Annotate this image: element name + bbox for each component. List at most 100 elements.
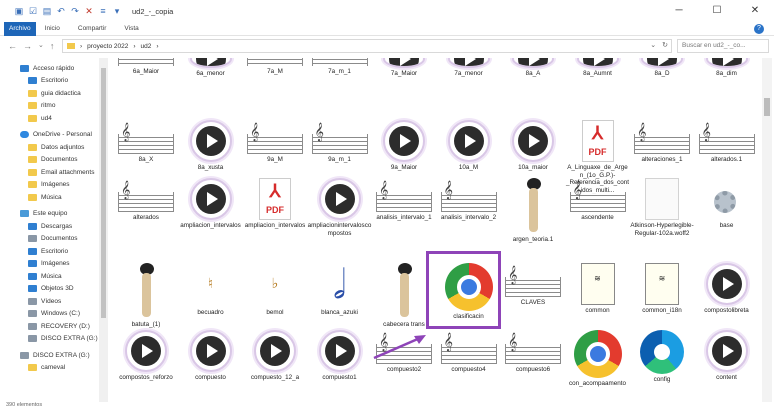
search-input[interactable]: Buscar en ud2_-_co... (677, 39, 769, 53)
chevron-right-icon[interactable]: › (133, 43, 135, 50)
sidebar-item[interactable]: ritmo (0, 100, 108, 113)
recent-dropdown-icon[interactable]: ⌄ (38, 41, 44, 51)
file-item[interactable]: compuesto1 (308, 330, 372, 382)
file-item[interactable]: alterados (114, 178, 178, 222)
sidebar-item[interactable]: Escritorio (0, 75, 108, 88)
sidebar-item[interactable]: Música (0, 191, 108, 204)
address-path[interactable]: › proyecto 2022 › ud2 › ⌄ ↻ (62, 39, 672, 53)
file-item[interactable]: 8a_A (501, 58, 565, 78)
tab-archivo[interactable]: Archivo (4, 21, 36, 36)
redo-icon[interactable]: ↷ (70, 6, 80, 16)
sidebar-item[interactable]: Acceso rápido (0, 62, 108, 75)
file-item[interactable]: 9a_M (243, 120, 307, 164)
file-item[interactable]: compostos_reforzo (114, 330, 178, 382)
breadcrumb-proyecto[interactable]: proyecto 2022 (87, 43, 128, 50)
customize-dropdown-icon[interactable]: ▾ (112, 6, 122, 16)
properties-icon[interactable]: ☑ (28, 6, 38, 16)
chevron-right-icon[interactable]: › (80, 43, 82, 50)
minimize-button[interactable]: ─ (660, 0, 698, 22)
file-item[interactable]: 8a_dim (695, 58, 759, 78)
file-item[interactable]: ⅄ PDF ampliacion_intervalos (243, 178, 307, 230)
maximize-button[interactable]: ☐ (698, 0, 736, 22)
file-item[interactable]: ampliacion_intervalos (179, 178, 243, 230)
file-item[interactable]: config (630, 330, 694, 384)
file-item[interactable]: compuesto4 (437, 330, 501, 374)
file-item[interactable]: 7a_M (243, 58, 307, 76)
sidebar-item[interactable]: DISCO EXTRA (G:) (0, 349, 108, 362)
file-item[interactable]: 6a_menor (179, 58, 243, 78)
close-button[interactable]: ✕ (736, 0, 774, 22)
file-item[interactable]: ampliacionintervaloscompostos (308, 178, 372, 237)
sidebar-item[interactable]: ud4 (0, 112, 108, 125)
rename-icon[interactable]: ≡ (98, 6, 108, 16)
file-item[interactable]: 7a_Maior (372, 58, 436, 78)
file-item[interactable]: ascendente (566, 178, 630, 222)
file-item[interactable]: ♮ becuadro (179, 263, 243, 317)
file-item[interactable]: Atkinson-Hyperlegible-Regular-102a.woff2 (630, 178, 694, 237)
file-item[interactable]: analisis_intervalo_2 (437, 178, 501, 222)
sidebar-item[interactable]: Documentos (0, 233, 108, 246)
file-item[interactable]: con_acompaamento (566, 330, 630, 388)
sidebar-item[interactable]: DISCO EXTRA (G:) (0, 333, 108, 346)
sidebar-item[interactable]: guia didactica (0, 87, 108, 100)
sidebar-item[interactable]: Música (0, 270, 108, 283)
file-item[interactable]: 7a_menor (437, 58, 501, 78)
sidebar-item[interactable]: Email attachments (0, 166, 108, 179)
file-item[interactable]: compostolibreta (695, 263, 759, 315)
chevron-down-icon[interactable]: ⌄ (650, 41, 656, 49)
new-folder-icon[interactable]: ▤ (42, 6, 52, 16)
file-item[interactable]: 7a_m_1 (308, 58, 372, 76)
sidebar-scrollbar[interactable] (99, 58, 108, 410)
sidebar-item[interactable]: Este equipo (0, 208, 108, 221)
file-item[interactable]: batuta_(1) (114, 263, 178, 329)
file-item[interactable]: argen_teoria.1 (501, 178, 565, 244)
sidebar-item[interactable]: OneDrive - Personal (0, 129, 108, 142)
sidebar-item[interactable]: Documentos (0, 154, 108, 167)
sidebar-item[interactable]: RECOVERY (D:) (0, 320, 108, 333)
sidebar-item[interactable]: Datos adjuntos (0, 141, 108, 154)
undo-icon[interactable]: ↶ (56, 6, 66, 16)
file-item[interactable]: alterados.1 (695, 120, 759, 164)
file-item[interactable]: 8a_xusta (179, 120, 243, 172)
file-item[interactable]: ♭ bemol (243, 263, 307, 317)
tab-inicio[interactable]: Inicio (36, 22, 69, 36)
file-item[interactable]: 10a_M (437, 120, 501, 172)
tab-compartir[interactable]: Compartir (69, 22, 116, 36)
file-item[interactable]: content (695, 330, 759, 382)
sidebar-item[interactable]: Escritorio (0, 245, 108, 258)
sidebar-item[interactable]: Objetos 3D (0, 283, 108, 296)
breadcrumb-ud2[interactable]: ud2 (141, 43, 152, 50)
file-item[interactable]: CLAVES (501, 263, 565, 307)
scrollbar-thumb[interactable] (764, 98, 770, 116)
file-item[interactable]: compuesto (179, 330, 243, 382)
sidebar-item[interactable]: Imágenes (0, 179, 108, 192)
file-item[interactable]: 6a_Maior (114, 58, 178, 76)
content-scrollbar[interactable] (762, 58, 772, 410)
file-item[interactable]: 10a_maior (501, 120, 565, 172)
file-item[interactable]: 8a_Aumnt (566, 58, 630, 78)
file-item[interactable]: compuesto6 (501, 330, 565, 374)
sidebar-item[interactable]: Imágenes (0, 258, 108, 271)
file-item[interactable]: analisis_intervalo_1 (372, 178, 436, 222)
file-item[interactable]: 9a_Maior (372, 120, 436, 172)
file-item[interactable]: 𝅗𝅥 blanca_azuki (308, 263, 372, 317)
back-arrow-icon[interactable]: ← (8, 41, 17, 51)
file-item[interactable]: 9a_m_1 (308, 120, 372, 164)
file-item[interactable]: compuesto_12_a (243, 330, 307, 382)
file-item[interactable]: ≋ common_i18n (630, 263, 694, 315)
forward-arrow-icon[interactable]: → (23, 41, 32, 51)
help-icon[interactable]: ? (754, 24, 764, 34)
file-item[interactable]: base (695, 178, 759, 230)
file-item[interactable]: ≋ common (566, 263, 630, 315)
delete-icon[interactable]: ✕ (84, 6, 94, 16)
tab-vista[interactable]: Vista (115, 22, 147, 36)
file-item[interactable]: 8a_X (114, 120, 178, 164)
file-item[interactable]: cabecera trans (372, 263, 436, 329)
scrollbar-thumb[interactable] (101, 68, 106, 318)
sidebar-item[interactable]: cameval (0, 362, 108, 375)
up-arrow-icon[interactable]: ↑ (50, 41, 55, 51)
sidebar-item[interactable]: Windows (C:) (0, 308, 108, 321)
refresh-icon[interactable]: ↻ (662, 41, 668, 49)
sidebar-item[interactable]: Descargas (0, 220, 108, 233)
chevron-right-icon[interactable]: › (156, 43, 158, 50)
